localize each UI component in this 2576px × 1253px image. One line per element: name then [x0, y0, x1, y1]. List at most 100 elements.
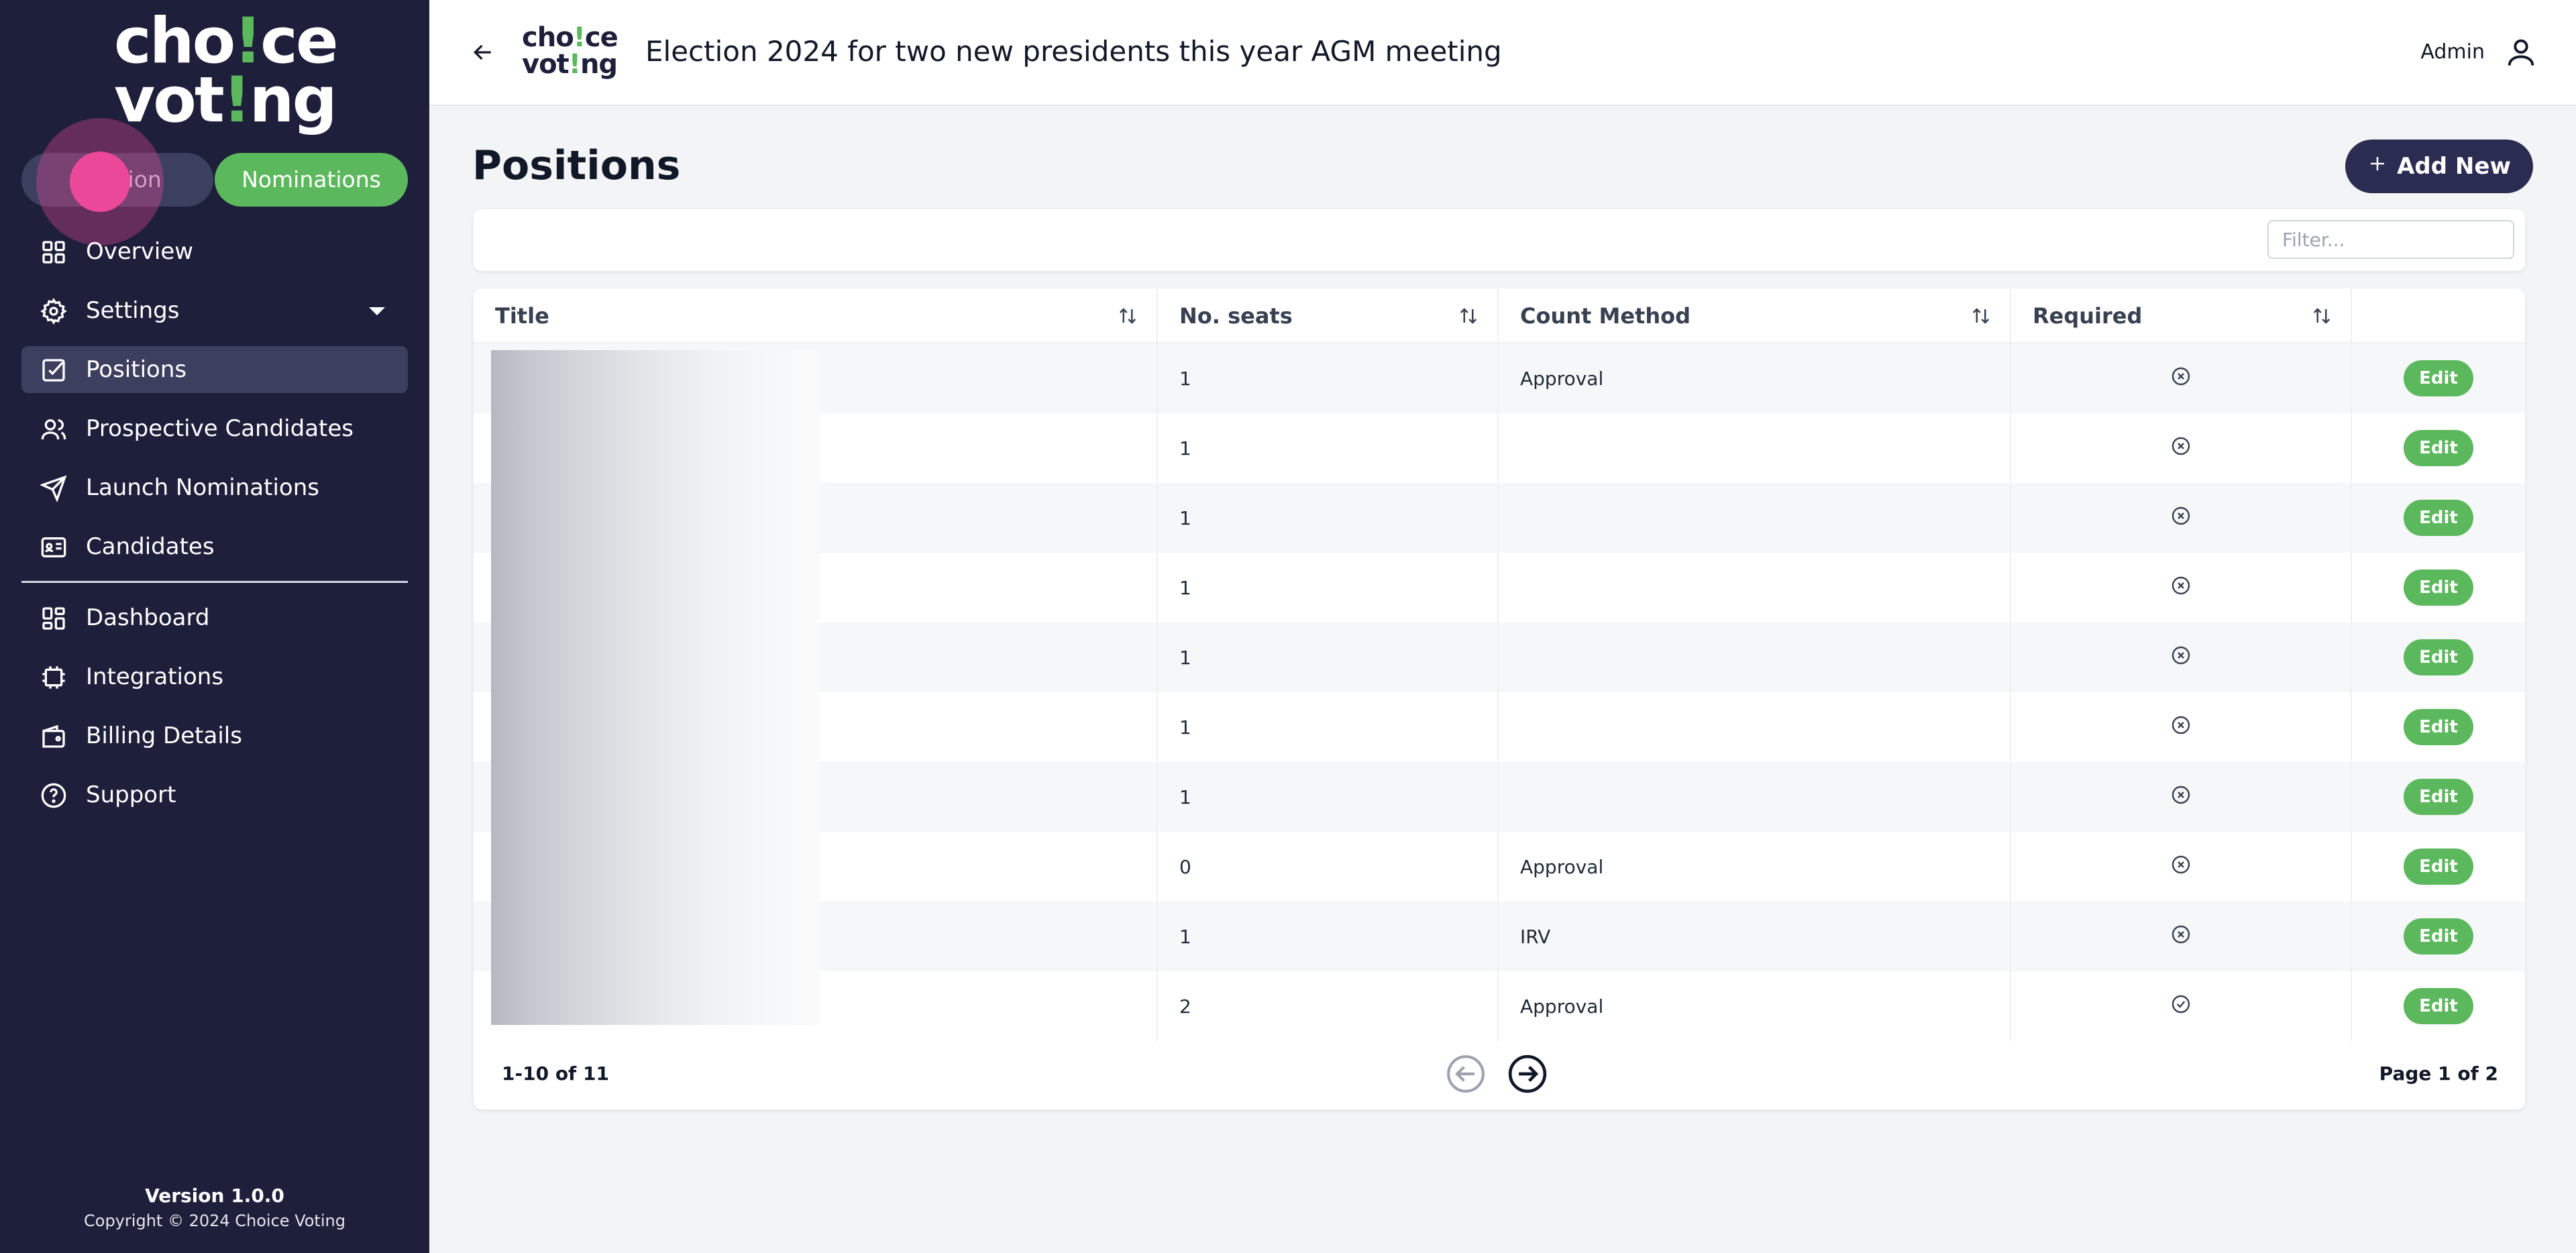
- sidebar-item-support[interactable]: Support: [21, 771, 408, 818]
- seats-cell: 1: [1158, 762, 1499, 832]
- sidebar-item-label: Dashboard: [86, 604, 210, 631]
- sidebar: cho!ce vot!ng Election Nominations Overv…: [0, 0, 429, 1253]
- filter-input[interactable]: [2267, 220, 2514, 259]
- count-method-cell: [1499, 413, 2011, 483]
- version-label: Version 1.0.0: [145, 1185, 284, 1207]
- sidebar-item-label: Prospective Candidates: [86, 415, 354, 442]
- checkbox-icon: [40, 357, 67, 384]
- edit-button[interactable]: Edit: [2404, 569, 2473, 606]
- id-card-icon: [40, 534, 67, 561]
- sidebar-divider: [21, 581, 408, 583]
- election-title: Election 2024 for two new presidents thi…: [645, 35, 1502, 68]
- x-circle-icon: [2170, 505, 2192, 531]
- actions-cell: Edit: [2352, 622, 2525, 692]
- send-icon: [39, 475, 67, 503]
- seats-cell: 1: [1158, 343, 1499, 413]
- edit-button[interactable]: Edit: [2404, 779, 2473, 815]
- gear-icon: [40, 298, 67, 325]
- column-header-title[interactable]: Title: [474, 288, 1158, 343]
- required-cell: [2011, 762, 2352, 832]
- count-method-cell: [1499, 553, 2011, 622]
- edit-button[interactable]: Edit: [2404, 709, 2473, 745]
- count-method-cell: [1499, 762, 2011, 832]
- plus-icon: [2367, 153, 2387, 180]
- table-header: Title No. seats Count Method Required: [474, 288, 2525, 343]
- actions-cell: Edit: [2352, 971, 2525, 1041]
- edit-button[interactable]: Edit: [2404, 430, 2473, 466]
- column-header-seats[interactable]: No. seats: [1158, 288, 1499, 343]
- sort-icon[interactable]: [1458, 306, 1479, 326]
- x-circle-icon: [2170, 575, 2192, 601]
- column-label: Count Method: [1520, 303, 1690, 329]
- edit-button[interactable]: Edit: [2404, 988, 2473, 1024]
- choice-voting-small-logo: cho!ce vot!ng: [522, 22, 619, 80]
- actions-cell: Edit: [2352, 902, 2525, 971]
- required-cell: [2011, 413, 2352, 483]
- sidebar-item-dashboard[interactable]: Dashboard: [21, 594, 408, 641]
- actions-cell: Edit: [2352, 413, 2525, 483]
- sidebar-item-overview[interactable]: Overview: [21, 228, 408, 275]
- x-circle-icon: [2170, 784, 2192, 810]
- column-header-count-method[interactable]: Count Method: [1499, 288, 2011, 343]
- required-cell: [2011, 902, 2352, 971]
- sidebar-item-integrations[interactable]: Integrations: [21, 653, 408, 700]
- edit-button[interactable]: Edit: [2404, 360, 2473, 396]
- count-method-cell: [1499, 692, 2011, 762]
- user-icon[interactable]: [2504, 35, 2538, 70]
- x-circle-icon: [2170, 366, 2192, 392]
- column-header-required[interactable]: Required: [2011, 288, 2352, 343]
- nominations-toggle-button[interactable]: Nominations: [215, 153, 408, 207]
- chevron-down-icon[interactable]: [369, 307, 385, 315]
- result-range: 1-10 of 11: [502, 1063, 609, 1085]
- count-method-cell: [1499, 622, 2011, 692]
- x-circle-icon: [2170, 435, 2192, 461]
- sidebar-item-positions[interactable]: Positions: [21, 346, 408, 393]
- sort-icon[interactable]: [2312, 306, 2332, 326]
- sidebar-item-prospective-candidates[interactable]: Prospective Candidates: [21, 405, 408, 452]
- seats-cell: 1: [1158, 692, 1499, 762]
- sidebar-item-label: Positions: [86, 356, 187, 383]
- required-cell: [2011, 343, 2352, 413]
- seats-cell: 1: [1158, 622, 1499, 692]
- help-icon: [40, 782, 67, 809]
- sidebar-nav-secondary: Dashboard Integrations Billing Details S…: [21, 594, 408, 830]
- edit-button[interactable]: Edit: [2404, 500, 2473, 536]
- click-indicator: [70, 152, 130, 212]
- actions-cell: Edit: [2352, 762, 2525, 832]
- actions-cell: Edit: [2352, 343, 2525, 413]
- sort-icon[interactable]: [1971, 306, 1991, 326]
- sidebar-item-candidates[interactable]: Candidates: [21, 523, 408, 570]
- sidebar-item-launch-nominations[interactable]: Launch Nominations: [21, 464, 408, 511]
- edit-button[interactable]: Edit: [2404, 849, 2473, 885]
- sidebar-item-label: Candidates: [86, 533, 215, 560]
- edit-button[interactable]: Edit: [2404, 639, 2473, 675]
- user-name[interactable]: Admin: [2420, 40, 2485, 64]
- actions-cell: Edit: [2352, 692, 2525, 762]
- sort-icon[interactable]: [1118, 306, 1138, 326]
- top-bar: cho!ce vot!ng Election 2024 for two new …: [429, 0, 2576, 106]
- sidebar-item-label: Integrations: [86, 663, 224, 690]
- sidebar-item-billing-details[interactable]: Billing Details: [21, 712, 408, 759]
- edit-button[interactable]: Edit: [2404, 918, 2473, 955]
- seats-cell: 0: [1158, 832, 1499, 902]
- add-new-button[interactable]: Add New: [2345, 140, 2533, 193]
- required-cell: [2011, 483, 2352, 553]
- count-method-cell: Approval: [1499, 971, 2011, 1041]
- filter-bar: [474, 209, 2525, 271]
- next-page-icon[interactable]: [1507, 1053, 1548, 1095]
- wallet-icon: [40, 723, 67, 750]
- positions-table: Title No. seats Count Method Required 1 A…: [474, 288, 2525, 1109]
- previous-page-icon[interactable]: [1445, 1053, 1487, 1095]
- redacted-title-column: [491, 350, 820, 1025]
- seats-cell: 2: [1158, 971, 1499, 1041]
- copyright-label: Copyright © 2024 Choice Voting: [84, 1211, 345, 1230]
- sidebar-item-settings[interactable]: Settings: [21, 287, 408, 334]
- column-label: No. seats: [1179, 303, 1293, 329]
- sidebar-item-label: Support: [86, 781, 176, 808]
- x-circle-icon: [2170, 645, 2192, 671]
- sidebar-item-label: Launch Nominations: [86, 474, 319, 501]
- actions-cell: Edit: [2352, 832, 2525, 902]
- back-arrow-icon[interactable]: [470, 39, 496, 66]
- seats-cell: 1: [1158, 553, 1499, 622]
- count-method-cell: IRV: [1499, 902, 2011, 971]
